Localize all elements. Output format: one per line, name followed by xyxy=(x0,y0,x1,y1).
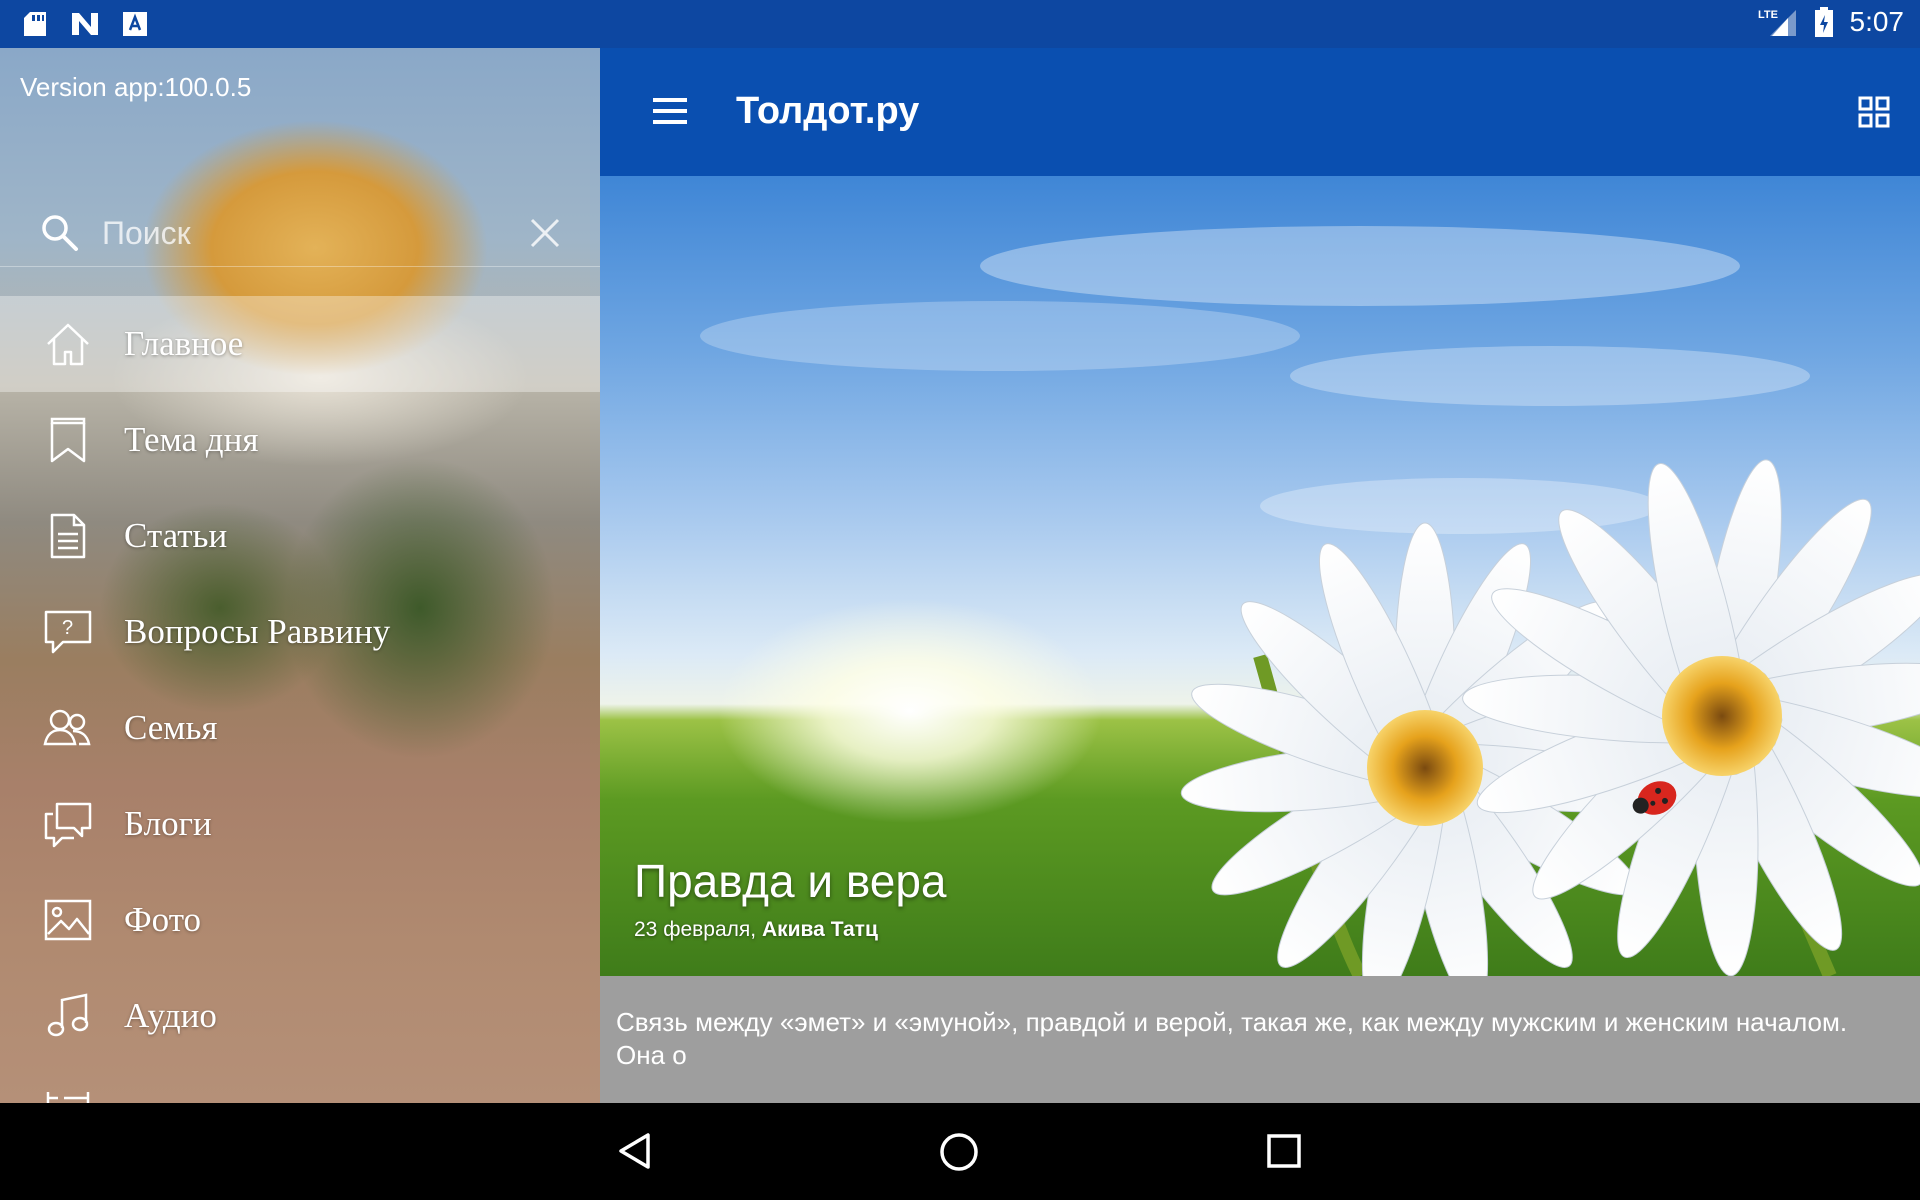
app-bar: Толдот.ру xyxy=(600,48,1920,176)
drawer-item-label: Семья xyxy=(124,708,218,747)
bookmark-icon xyxy=(42,414,94,466)
drawer-item-photo[interactable]: Фото xyxy=(0,872,600,968)
article-date: 23 февраля, xyxy=(634,918,757,941)
chat-bubbles-icon xyxy=(42,798,94,850)
navigation-drawer: Version app:100.0.5 Главное Тема дня Ст xyxy=(0,48,600,1103)
app-version: Version app:100.0.5 xyxy=(20,72,252,102)
drawer-item-articles[interactable]: Статьи xyxy=(0,488,600,584)
app-title: Толдот.ру xyxy=(736,90,920,132)
n-icon xyxy=(70,11,100,37)
grid-view-icon[interactable] xyxy=(1858,96,1890,133)
article-excerpt[interactable]: Связь между «эмет» и «эмуной», правдой и… xyxy=(600,976,1920,1103)
drawer-item-label: Фото xyxy=(124,900,202,939)
home-circle-icon[interactable] xyxy=(938,1131,980,1178)
drawer-item-home[interactable]: Главное xyxy=(0,296,600,392)
a-icon xyxy=(122,11,148,37)
featured-article[interactable]: Правда и вера 23 февраля, Акива Татц xyxy=(600,176,1920,976)
menu-icon[interactable] xyxy=(652,96,688,131)
lte-signal-icon: LTE xyxy=(1758,6,1798,38)
back-icon[interactable] xyxy=(616,1131,656,1176)
article-title: Правда и вера xyxy=(634,855,947,907)
drawer-item-label: Главное xyxy=(124,324,244,363)
status-bar: LTE 5:07 xyxy=(0,0,1920,48)
drawer-item-label: Аудио xyxy=(124,996,217,1035)
status-time: 5:07 xyxy=(1849,6,1905,37)
drawer-item-partial[interactable] xyxy=(0,1064,600,1103)
list-icon xyxy=(42,1086,94,1103)
article-excerpt-text: Связь между «эмет» и «эмуной», правдой и… xyxy=(616,1007,1848,1070)
drawer-item-topic-of-day[interactable]: Тема дня xyxy=(0,392,600,488)
drawer-item-blogs[interactable]: Блоги xyxy=(0,776,600,872)
image-icon xyxy=(42,894,94,946)
drawer-item-label: Вопросы Раввину xyxy=(124,612,391,651)
drawer-item-family[interactable]: Семья xyxy=(0,680,600,776)
close-icon[interactable] xyxy=(528,216,562,255)
article-author: Акива Татц xyxy=(761,918,878,941)
home-icon xyxy=(42,318,94,370)
drawer-item-audio[interactable]: Аудио xyxy=(0,968,600,1064)
system-navigation-bar xyxy=(0,1103,1920,1200)
battery-icon xyxy=(1814,6,1834,38)
drawer-search xyxy=(0,156,600,267)
svg-text:?: ? xyxy=(62,617,73,639)
sd-card-icon xyxy=(22,10,48,38)
family-icon xyxy=(42,702,94,754)
drawer-menu: Главное Тема дня Статьи ? Вопросы Раввин… xyxy=(0,296,600,1103)
article-meta: 23 февраля, Акива Татц xyxy=(634,918,878,942)
document-icon xyxy=(42,510,94,562)
drawer-item-label: Блоги xyxy=(124,804,212,843)
search-icon xyxy=(40,213,80,258)
drawer-item-rabbi-questions[interactable]: ? Вопросы Раввину xyxy=(0,584,600,680)
music-note-icon xyxy=(42,990,94,1042)
network-label: LTE xyxy=(1758,9,1778,21)
recents-icon[interactable] xyxy=(1264,1131,1304,1176)
question-bubble-icon: ? xyxy=(42,606,94,658)
drawer-item-label: Тема дня xyxy=(124,420,259,459)
search-input[interactable] xyxy=(100,210,504,256)
drawer-item-label: Статьи xyxy=(124,516,228,555)
